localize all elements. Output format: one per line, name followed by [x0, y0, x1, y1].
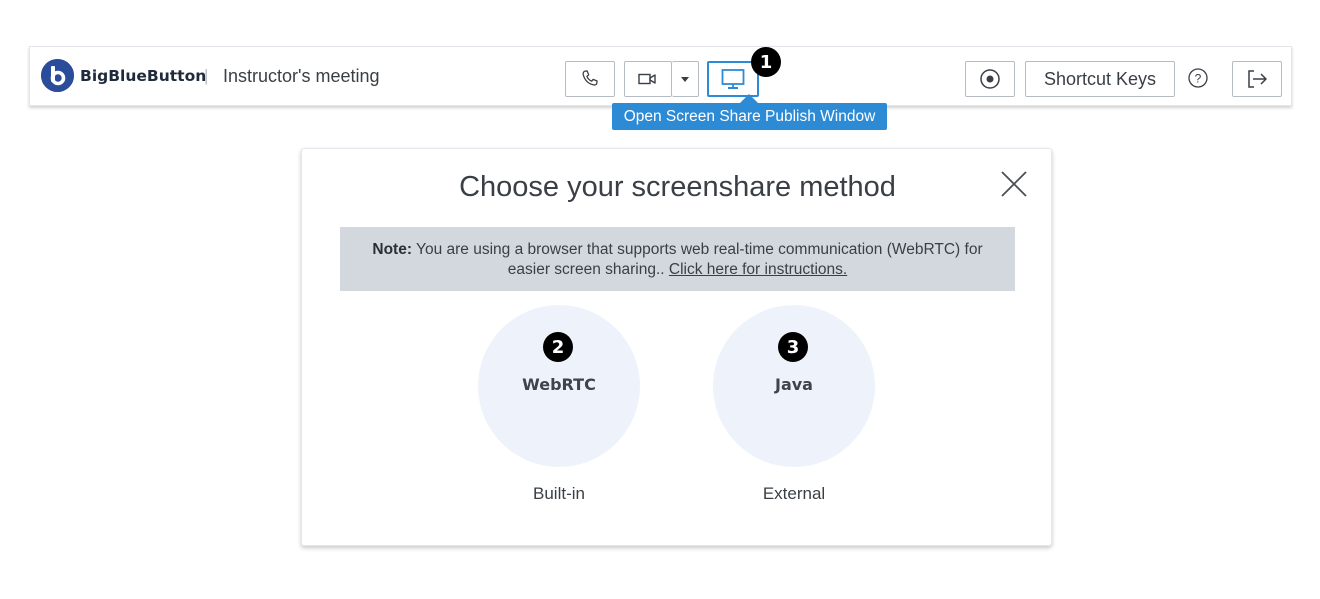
method-label-webrtc: WebRTC: [522, 375, 596, 394]
record-icon: [980, 69, 1000, 89]
annotation-badge-1: 1: [751, 47, 781, 77]
share-webcam-button[interactable]: [624, 61, 672, 97]
phone-icon: [582, 70, 598, 86]
annotation-badge-2: 2: [543, 332, 573, 362]
instructions-link[interactable]: Click here for instructions.: [669, 261, 847, 278]
method-sub-webrtc: Built-in: [533, 484, 585, 503]
webcam-options-button[interactable]: [672, 61, 699, 97]
record-button[interactable]: [965, 61, 1015, 97]
page: BigBlueButton | Instructor's meeting Sho…: [0, 0, 1320, 599]
shortcut-keys-button[interactable]: Shortcut Keys: [1025, 61, 1175, 97]
modal-title: Choose your screenshare method: [459, 171, 896, 203]
svg-text:?: ?: [1195, 72, 1202, 86]
method-sub-java: External: [762, 484, 826, 503]
bigbluebutton-logo-icon: [41, 59, 74, 92]
logout-button[interactable]: [1232, 61, 1282, 97]
join-audio-button[interactable]: [565, 61, 615, 97]
note-text-line2: easier screen sharing..: [507, 261, 665, 278]
java-method-button[interactable]: 3 Java: [713, 305, 875, 467]
close-icon: [1001, 171, 1027, 197]
video-camera-icon: [638, 73, 656, 85]
annotation-badge-3: 3: [778, 332, 808, 362]
screen-share-tooltip: Open Screen Share Publish Window: [612, 103, 887, 130]
note-label: Note:: [372, 241, 412, 258]
monitor-icon: [721, 69, 745, 89]
method-label-java: Java: [775, 375, 813, 394]
note-text-line1: You are using a browser that supports we…: [416, 241, 983, 258]
brand-name: BigBlueButton: [80, 67, 207, 85]
caret-down-icon: [681, 77, 689, 82]
top-navbar: BigBlueButton | Instructor's meeting Sho…: [29, 46, 1292, 106]
logout-icon: [1248, 70, 1267, 88]
webrtc-note: Note: You are using a browser that suppo…: [340, 227, 1015, 291]
close-button[interactable]: [999, 169, 1029, 199]
help-button[interactable]: ?: [1187, 67, 1209, 89]
help-circle-icon: ?: [1188, 68, 1208, 88]
webrtc-method-button[interactable]: 2 WebRTC: [478, 305, 640, 467]
brand-separator: |: [204, 66, 209, 85]
screenshare-method-modal: Choose your screenshare method Note: You…: [301, 148, 1052, 546]
meeting-title: Instructor's meeting: [223, 66, 380, 86]
